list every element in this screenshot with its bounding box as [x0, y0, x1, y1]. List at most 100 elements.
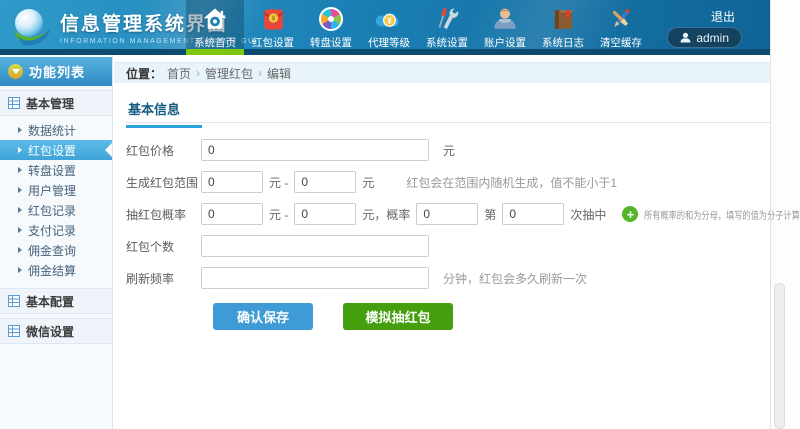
nav-item-account-settings[interactable]: 账户设置 — [476, 0, 534, 49]
sidebar-section-wechat-settings[interactable]: 微信设置 — [0, 318, 112, 344]
nav-item-clear-cache[interactable]: 清空缓存 — [592, 0, 650, 49]
form-row-probability: 抽红包概率 元 - 元，概率 第 次抽中 + 所有概率的和为分母，填写的值为分子… — [126, 203, 770, 225]
price-input[interactable] — [201, 139, 429, 161]
bullet-triangle-icon — [18, 267, 22, 273]
bullet-triangle-icon — [18, 167, 22, 173]
sidebar-item-label: 佣金结算 — [28, 262, 76, 279]
range-max-input[interactable] — [294, 171, 356, 193]
nav-item-label: 转盘设置 — [302, 35, 360, 50]
form-row-range: 生成红包范围 元 - 元 红包会在范围内随机生成，值不能小于1 — [126, 171, 770, 193]
probability-value-input[interactable] — [416, 203, 478, 225]
nav-item-label: 系统首页 — [186, 35, 244, 50]
bullet-triangle-icon — [18, 127, 22, 133]
nav-item-label: 系统设置 — [418, 35, 476, 50]
form-row-price: 红包价格 元 — [126, 139, 770, 161]
nav-item-system-log[interactable]: 系统日志 — [534, 0, 592, 49]
bullet-triangle-icon — [18, 187, 22, 193]
sidebar: 功能列表 基本管理 数据统计 红包设置 转盘设置 用户管理 — [0, 55, 113, 429]
refresh-label: 刷新频率 — [126, 270, 201, 287]
sidebar-item-red-packet-records[interactable]: 红包记录 — [0, 200, 112, 220]
simulate-draw-button[interactable]: 模拟抽红包 — [343, 303, 453, 330]
red-packet-icon: ¥ — [259, 5, 287, 33]
nav-item-home[interactable]: 系统首页 — [186, 0, 244, 49]
tools-icon — [433, 5, 461, 33]
sidebar-section-basic-config[interactable]: 基本配置 — [0, 288, 112, 314]
sidebar-item-label: 支付记录 — [28, 222, 76, 239]
nav-item-wheel-settings[interactable]: 转盘设置 — [302, 0, 360, 49]
agent-level-icon: ¥ — [375, 5, 403, 33]
price-unit: 元 — [443, 142, 455, 159]
probability-min-input[interactable] — [201, 203, 263, 225]
grid-icon — [8, 325, 20, 337]
sidebar-item-label: 用户管理 — [28, 182, 76, 199]
scrollbar-thumb[interactable] — [774, 283, 785, 429]
breadcrumb-manage-red-packet[interactable]: 管理红包 — [205, 65, 253, 82]
nav-item-system-settings[interactable]: 系统设置 — [418, 0, 476, 49]
edit-form: 红包价格 元 生成红包范围 元 - 元 红包会在范围内随机生成，值不能小于1 抽… — [126, 139, 770, 330]
breadcrumb-home[interactable]: 首页 — [167, 65, 191, 82]
clear-cache-icon — [607, 5, 635, 33]
sidebar-section-basic-management[interactable]: 基本管理 — [0, 90, 112, 116]
sidebar-item-label: 佣金查询 — [28, 242, 76, 259]
range-min-input[interactable] — [201, 171, 263, 193]
sidebar-item-label: 数据统计 — [28, 122, 76, 139]
sidebar-item-label: 红包设置 — [28, 142, 76, 159]
collapse-icon — [8, 64, 23, 79]
logo-globe-icon — [8, 4, 54, 50]
breadcrumb-separator: › — [196, 66, 200, 80]
sidebar-title: 功能列表 — [29, 62, 85, 81]
sidebar-section-label: 基本管理 — [26, 95, 74, 112]
tab-basic-info[interactable]: 基本信息 — [126, 99, 202, 128]
form-row-refresh: 刷新频率 分钟，红包会多久刷新一次 — [126, 267, 770, 289]
sidebar-item-payment-records[interactable]: 支付记录 — [0, 220, 112, 240]
sidebar-title-bar[interactable]: 功能列表 — [0, 57, 112, 86]
top-nav: 系统首页 ¥ 红包设置 转盘设置 — [186, 0, 650, 55]
sidebar-item-commission-query[interactable]: 佣金查询 — [0, 240, 112, 260]
probability-sep1: 元 - — [269, 206, 288, 223]
add-probability-button[interactable]: + — [622, 206, 638, 222]
breadcrumb-prefix: 位置： — [126, 65, 162, 82]
tab-bar: 基本信息 — [126, 99, 770, 123]
sidebar-item-wheel-settings[interactable]: 转盘设置 — [0, 160, 112, 180]
log-book-icon — [549, 5, 577, 33]
probability-max-input[interactable] — [294, 203, 356, 225]
admin-user-button[interactable]: admin — [667, 27, 742, 48]
probability-times-input[interactable] — [502, 203, 564, 225]
range-label: 生成红包范围 — [126, 174, 201, 191]
sidebar-section-label: 微信设置 — [26, 323, 74, 340]
admin-username: admin — [696, 31, 729, 45]
range-sep2: 元 — [362, 174, 374, 191]
nav-item-label: 红包设置 — [244, 35, 302, 50]
breadcrumb: 位置： 首页 › 管理红包 › 编辑 — [114, 62, 770, 83]
bullet-triangle-icon — [18, 147, 22, 153]
sidebar-item-red-packet-settings[interactable]: 红包设置 — [0, 140, 112, 160]
probability-sep4: 次抽中 — [570, 206, 606, 223]
home-icon — [201, 5, 229, 33]
breadcrumb-edit[interactable]: 编辑 — [267, 65, 291, 82]
probability-sep2: 元，概率 — [362, 206, 410, 223]
confirm-save-button[interactable]: 确认保存 — [213, 303, 313, 330]
breadcrumb-separator: › — [258, 66, 262, 80]
count-label: 红包个数 — [126, 238, 201, 255]
grid-icon — [8, 295, 20, 307]
nav-item-red-packet-settings[interactable]: ¥ 红包设置 — [244, 0, 302, 49]
logout-link[interactable]: 退出 — [711, 8, 735, 25]
sidebar-item-data-statistics[interactable]: 数据统计 — [0, 120, 112, 140]
sidebar-item-user-management[interactable]: 用户管理 — [0, 180, 112, 200]
refresh-input[interactable] — [201, 267, 429, 289]
probability-sep3: 第 — [484, 206, 496, 223]
sidebar-item-label: 红包记录 — [28, 202, 76, 219]
nav-item-agent-level[interactable]: ¥ 代理等级 — [360, 0, 418, 49]
account-icon — [491, 5, 519, 33]
refresh-hint: 分钟，红包会多久刷新一次 — [443, 270, 587, 287]
sidebar-item-commission-settlement[interactable]: 佣金结算 — [0, 260, 112, 280]
nav-item-label: 账户设置 — [476, 35, 534, 50]
top-header: 信息管理系统界面 INFORMATION MANAGEMENT SYSTEM G… — [0, 0, 770, 55]
count-input[interactable] — [201, 235, 429, 257]
bullet-triangle-icon — [18, 207, 22, 213]
sidebar-section-label: 基本配置 — [26, 293, 74, 310]
svg-text:¥: ¥ — [271, 15, 275, 22]
form-row-count: 红包个数 — [126, 235, 770, 257]
price-label: 红包价格 — [126, 142, 201, 159]
button-row: 确认保存 模拟抽红包 — [213, 303, 770, 330]
